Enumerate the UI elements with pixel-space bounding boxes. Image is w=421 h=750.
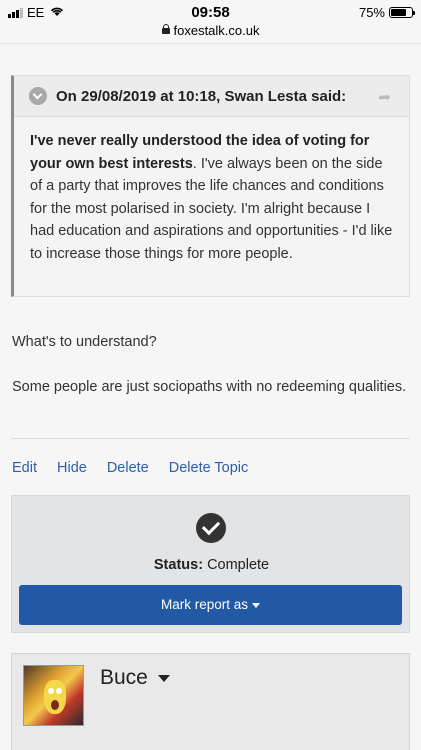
quote-header: On 29/08/2019 at 10:18, Swan Lesta said:… (14, 76, 409, 117)
check-circle-icon (196, 513, 226, 543)
divider (11, 438, 410, 439)
battery-icon (389, 7, 415, 18)
post-actions: Edit Hide Delete Delete Topic (12, 460, 248, 476)
avatar[interactable] (23, 665, 84, 726)
url-text: foxestalk.co.uk (173, 23, 260, 38)
post-paragraph: What's to understand? (12, 334, 157, 350)
quote-body: I've never really understood the idea of… (14, 117, 409, 265)
hide-link[interactable]: Hide (57, 460, 87, 476)
quote-block: On 29/08/2019 at 10:18, Swan Lesta said:… (11, 75, 410, 297)
caret-down-icon (252, 602, 261, 608)
address-bar[interactable]: foxestalk.co.uk (0, 23, 421, 38)
status-label: Status: (153, 557, 204, 573)
status-right: 75% (358, 5, 415, 20)
battery-percent: 75% (358, 5, 385, 20)
avatar-face (44, 680, 66, 714)
report-status: Status: Complete (12, 557, 411, 573)
share-arrow-icon[interactable]: ➦ (378, 88, 391, 106)
report-panel: Status: Complete Mark report as (11, 495, 410, 633)
quote-attribution: On 29/08/2019 at 10:18, Swan Lesta said: (56, 87, 347, 105)
clock: 09:58 (191, 4, 230, 21)
delete-topic-link[interactable]: Delete Topic (169, 460, 249, 476)
status-value: Complete (207, 557, 270, 573)
collapse-chevron-icon[interactable] (29, 87, 47, 105)
caret-down-icon (157, 674, 170, 682)
username-text: Buce (100, 666, 148, 689)
lock-icon (161, 24, 170, 34)
delete-link[interactable]: Delete (107, 460, 149, 476)
post-paragraph: Some people are just sociopaths with no … (12, 379, 407, 395)
mark-report-label: Mark report as (160, 597, 249, 612)
status-bar: EE 09:58 75% foxestalk.co.uk (0, 0, 421, 44)
next-post-header: Buce (11, 653, 410, 750)
mark-report-button[interactable]: Mark report as (19, 585, 402, 625)
username[interactable]: Buce (100, 666, 170, 690)
edit-link[interactable]: Edit (12, 460, 37, 476)
